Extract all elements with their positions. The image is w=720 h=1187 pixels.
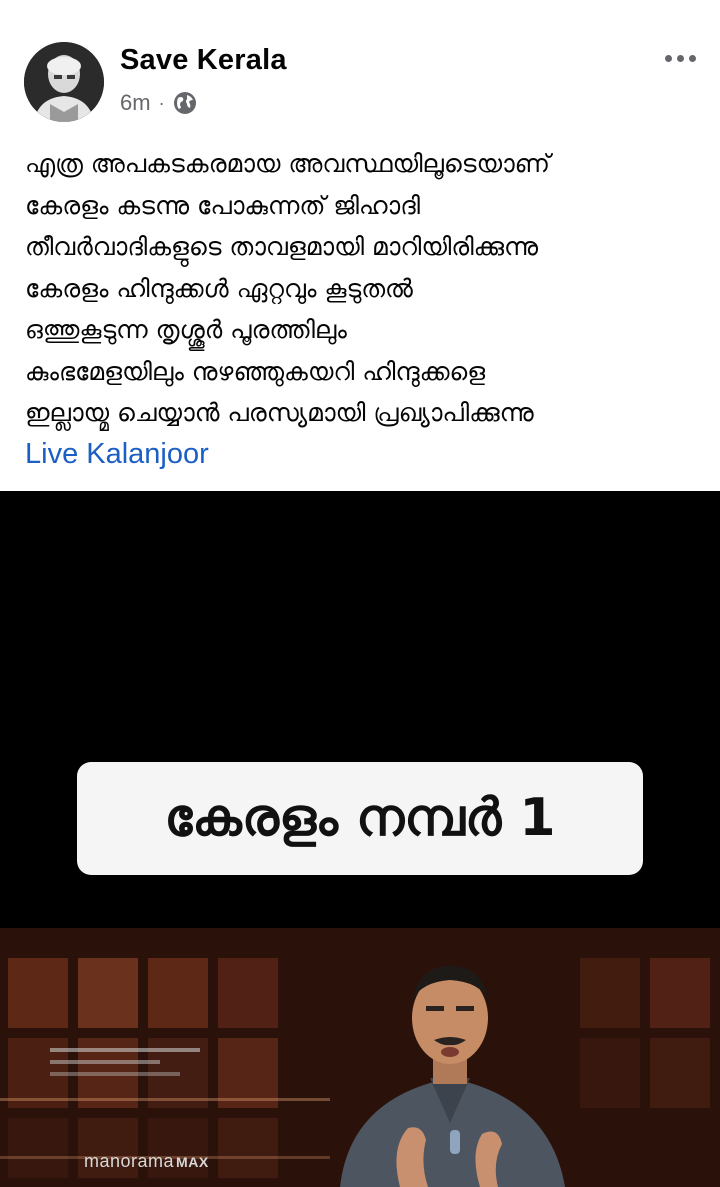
post-text-line: ഇല്ലായ്മ ചെയ്യാൻ പരസ്യമായി പ്രഖ്യാപിക്കു… — [25, 398, 534, 427]
post-text: എത്ര അപകടകരമായ അവസ്ഥയിലൂടെയാണ് കേരളം കടന… — [25, 143, 705, 475]
post-text-line: തീവർവാദികളുടെ താവളമായി മാറിയിരിക്കുന്നു — [25, 232, 539, 261]
video-frame-studio — [0, 928, 720, 1187]
presenter-figure — [340, 966, 565, 1187]
channel-logo-suffix: MAX — [176, 1154, 209, 1170]
globe-icon[interactable] — [173, 91, 197, 115]
post-meta: 6m · — [120, 88, 197, 118]
post-header: Save Kerala 6m · — [0, 0, 720, 135]
video-caption: കേരളം നമ്പർ 1 — [164, 788, 556, 848]
avatar-photo — [24, 42, 104, 122]
more-dot — [688, 54, 696, 62]
more-dot — [676, 54, 684, 62]
meta-separator: · — [158, 92, 165, 113]
profile-avatar[interactable] — [24, 42, 104, 122]
more-options-icon[interactable] — [660, 44, 700, 72]
post-text-line: ഒത്തുകൂടുന്ന തൃശ്ശൂർ പൂരത്തിലും — [25, 315, 347, 344]
page-tag-link[interactable]: Live Kalanjoor — [25, 438, 209, 470]
post-text-line: കേരളം ഹിന്ദുക്കൾ ഏറ്റവും കൂടുതൽ — [25, 273, 413, 303]
post-text-line: കേരളം കടന്നു പോകുന്നത് ജിഹാദി — [25, 190, 421, 220]
post-text-line: കുംഭമേളയിലും നുഴഞ്ഞുകയറി ഹിന്ദുക്കളെ — [25, 356, 486, 386]
post-text-line: എത്ര അപകടകരമായ അവസ്ഥയിലൂടെയാണ് — [25, 149, 551, 178]
post-time[interactable]: 6m — [120, 90, 151, 116]
video-caption-box: കേരളം നമ്പർ 1 — [77, 762, 643, 875]
more-dot — [664, 54, 672, 62]
author-name[interactable]: Save Kerala — [120, 44, 287, 77]
video-player[interactable]: കേരളം നമ്പർ 1 manorama MAX — [0, 491, 720, 1187]
channel-logo: manorama MAX — [84, 1151, 209, 1172]
channel-logo-name: manorama — [84, 1151, 175, 1171]
